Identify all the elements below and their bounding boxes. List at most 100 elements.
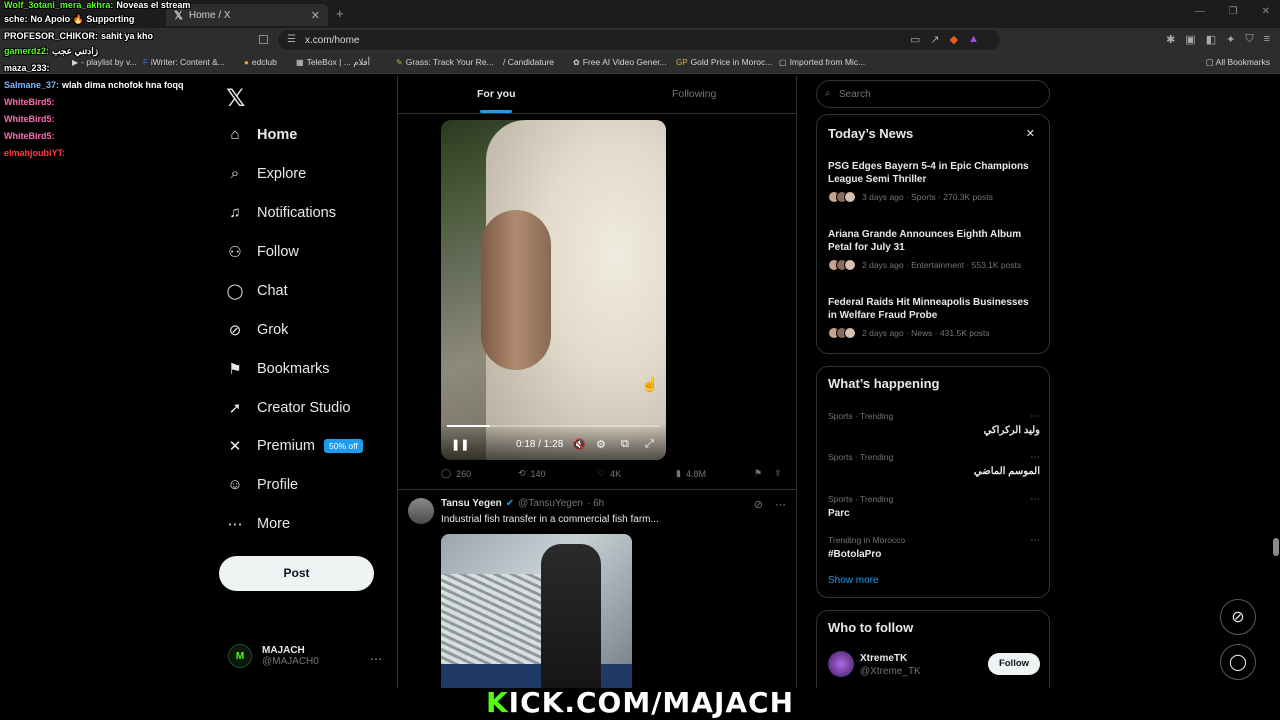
minimize-icon[interactable]: — — [1195, 6, 1205, 17]
brave-rewards-icon[interactable]: ▲ — [968, 33, 979, 46]
nav-item-more[interactable]: ⋯ More — [226, 515, 291, 533]
all-bookmarks-button[interactable]: ▢ All Bookmarks — [1206, 57, 1270, 68]
more-icon[interactable]: ⋯ — [1030, 411, 1040, 422]
chat-text: زادتني عجب — [52, 46, 99, 56]
card-title: What’s happening — [828, 376, 940, 391]
bookmark-item[interactable]: ▶ - playlist by v... — [72, 57, 137, 67]
vpn-icon[interactable]: ⛉ — [1245, 33, 1253, 46]
trend-item[interactable]: Trending in Morocco #BotolaPro ⋯ — [828, 535, 1040, 560]
news-meta: 3 days ago · Sports · 270.3K posts — [828, 191, 1040, 203]
repost-button[interactable]: ⟲ 140 — [518, 468, 546, 479]
nav-item-follow[interactable]: ⚇ Follow — [226, 243, 299, 261]
tweet-media[interactable] — [441, 534, 632, 688]
settings-icon[interactable]: ⚙ — [596, 438, 606, 451]
more-icon[interactable]: ⋯ — [775, 498, 786, 511]
follow-button[interactable]: Follow — [988, 653, 1040, 675]
bookmark-page-icon[interactable]: ☐ — [258, 33, 269, 47]
more-icon[interactable]: ⋯ — [1030, 494, 1040, 505]
search-input[interactable]: ⌕ Search — [816, 80, 1050, 108]
tab-following[interactable]: Following — [672, 88, 716, 100]
bookmark-item[interactable]: ✿ Free AI Video Gener... — [573, 57, 667, 67]
sidebar-toggle-icon[interactable]: ◧ — [1206, 33, 1216, 46]
site-settings-icon[interactable]: ☰ — [287, 34, 296, 45]
trend-item[interactable]: Sports · Trending وليد الركراكي ⋯ — [828, 411, 1040, 436]
pip-icon[interactable]: ⧉ — [621, 438, 629, 451]
card-title: Today’s News — [828, 126, 914, 141]
nav-item-profile[interactable]: ☺ Profile — [226, 476, 298, 493]
extensions-icon[interactable]: ✱ — [1166, 33, 1175, 46]
reply-button[interactable]: ◯ 260 — [441, 468, 471, 479]
leo-ai-icon[interactable]: ✦ — [1226, 33, 1235, 46]
post-button[interactable]: Post — [219, 556, 374, 591]
bookmark-button[interactable]: ⚑ — [754, 468, 762, 479]
video-player[interactable]: ❚❚ 0:18 / 1:28 🔇 ⚙ ⧉ ⤢ — [441, 120, 666, 460]
bookmark-item[interactable]: ✎ Grass: Track Your Re... — [396, 57, 494, 67]
close-window-icon[interactable]: ✕ — [1262, 6, 1270, 17]
new-tab-button[interactable]: + — [336, 6, 344, 21]
fullscreen-icon[interactable]: ⤢ — [645, 438, 654, 451]
menu-icon[interactable]: ≡ — [1264, 33, 1270, 46]
bookmark-item[interactable]: FiWriter: Content &... — [143, 57, 225, 67]
scrollbar[interactable] — [1272, 76, 1280, 688]
pause-icon[interactable]: ❚❚ — [451, 438, 469, 451]
close-tab-icon[interactable]: ✕ — [311, 9, 320, 22]
nav-item-grok[interactable]: ⊘ Grok — [226, 321, 289, 339]
avatar[interactable] — [828, 651, 854, 677]
brave-shield-icon[interactable]: ◆ — [950, 33, 958, 46]
nav-item-bookmarks[interactable]: ⚑ Bookmarks — [226, 360, 329, 378]
follow-suggestion[interactable]: XtremeTK @Xtreme_TK Follow — [828, 651, 1040, 681]
nav-item-premium[interactable]: ✕ Premium 50% off — [226, 437, 363, 455]
tweet[interactable]: Tansu Yegen ✔ @TansuYegen · 6h ⊘ ⋯ Indus… — [398, 490, 796, 688]
nav-item-creator-studio[interactable]: ➚ Creator Studio — [226, 399, 351, 417]
tweet-author-name[interactable]: Tansu Yegen — [441, 498, 502, 509]
news-meta-text: 2 days ago · News · 431.5K posts — [862, 328, 990, 338]
news-item[interactable]: PSG Edges Bayern 5-4 in Epic Champions L… — [828, 160, 1040, 203]
share-icon[interactable]: ↗ — [930, 33, 939, 46]
like-button[interactable]: ♡ 4K — [597, 468, 621, 479]
more-icon[interactable]: ⋯ — [1030, 452, 1040, 463]
account-switcher[interactable]: M MAJACH @MAJACH0 — [228, 644, 319, 668]
views-button[interactable]: ▮ 4.8M — [676, 468, 706, 479]
news-item[interactable]: Ariana Grande Announces Eighth Album Pet… — [828, 228, 1040, 271]
ai-video-icon: ✿ — [573, 57, 580, 67]
x-logo-icon[interactable]: 𝕏 — [226, 84, 245, 112]
tab-for-you[interactable]: For you — [477, 88, 516, 100]
chat-username: Wolf_3otani_mera_akhra: — [4, 0, 114, 10]
bookmark-item[interactable]: ▦ TeleBox | ... أفلام — [296, 57, 370, 68]
grok-fab-icon[interactable]: ⊘ — [1220, 599, 1256, 635]
mute-icon[interactable]: 🔇 — [572, 438, 586, 451]
share-button[interactable]: ⇪ — [774, 468, 782, 479]
trend-item[interactable]: Sports · Trending Parc ⋯ — [828, 494, 1040, 519]
chat-text: wlah dima nchofok hna foqq — [62, 80, 184, 90]
account-more-icon[interactable]: ⋯ — [370, 652, 382, 666]
show-more-link[interactable]: Show more — [828, 575, 879, 586]
news-item[interactable]: Federal Raids Hit Minneapolis Businesses… — [828, 296, 1040, 339]
restore-icon[interactable]: ❐ — [1229, 6, 1238, 17]
bookmark-item[interactable]: / Candidature — [503, 57, 554, 67]
share-icon: ⇪ — [774, 468, 782, 478]
grok-icon[interactable]: ⊘ — [754, 498, 763, 511]
nav-item-explore[interactable]: ⌕ Explore — [226, 165, 306, 182]
who-to-follow-card: Who to follow XtremeTK @Xtreme_TK Follow — [816, 610, 1050, 700]
nav-item-chat[interactable]: ◯ Chat — [226, 282, 288, 300]
scrollbar-thumb[interactable] — [1273, 538, 1279, 556]
avatar[interactable] — [408, 498, 434, 524]
browser-tab-bar: 𝕏 Home / X ✕ + — ❐ ✕ — [0, 0, 1280, 28]
wallet-icon[interactable]: ▣ — [1185, 33, 1195, 46]
bookmark-item[interactable]: ● edclub — [244, 57, 277, 67]
timeline: For you Following ❚❚ 0:18 / 1:28 🔇 ⚙ ⧉ ⤢… — [397, 76, 797, 688]
media-detail — [441, 664, 632, 688]
video-progress-bar[interactable] — [447, 425, 660, 427]
bookmark-item[interactable]: ▢ Imported from Mic... — [779, 57, 865, 67]
trend-item[interactable]: Sports · Trending الموسم الماضي ⋯ — [828, 452, 1040, 477]
nav-item-notifications[interactable]: ♫ Notifications — [226, 204, 336, 221]
tweet-text: Industrial fish transfer in a commercial… — [441, 514, 659, 525]
nav-item-home[interactable]: ⌂ Home — [226, 126, 297, 143]
more-icon[interactable]: ⋯ — [1030, 535, 1040, 546]
messages-fab-icon[interactable]: ◯ — [1220, 644, 1256, 680]
bookmark-item[interactable]: GP Gold Price in Moroc... — [676, 57, 772, 67]
url-input[interactable]: ☰ x.com/home — [278, 30, 1000, 50]
close-icon[interactable]: ✕ — [1026, 127, 1035, 140]
cast-icon[interactable]: ▭ — [910, 33, 920, 46]
playlist-icon: ▶ — [72, 57, 79, 67]
